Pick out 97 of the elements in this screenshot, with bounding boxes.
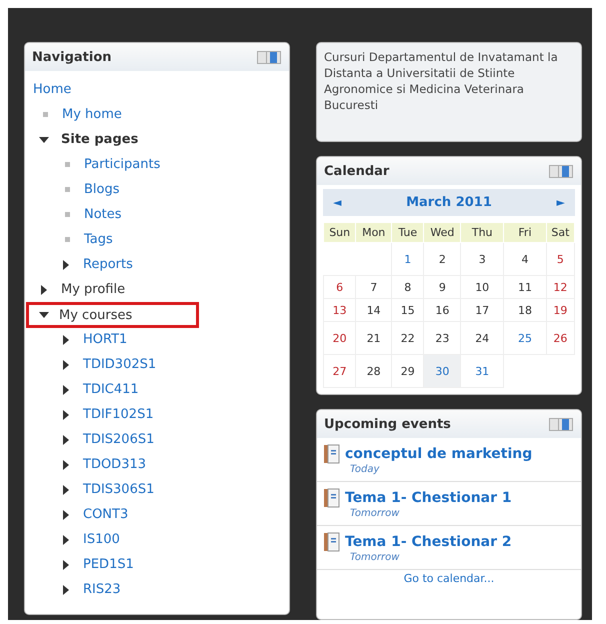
day-cell[interactable]: 19 [546,298,574,322]
day-cell[interactable]: 12 [546,276,574,298]
nav-item[interactable]: PED1S1 [81,556,136,573]
weekday-header: Sun [324,222,356,242]
dock-icon[interactable] [257,51,281,64]
day-cell[interactable]: 21 [356,322,392,354]
nav-item[interactable]: My profile [59,281,128,298]
month-link[interactable]: March 2011 [406,195,492,210]
day-cell[interactable]: 28 [356,354,392,388]
block-title: Calendar [324,164,390,179]
day-cell[interactable]: 2 [424,242,461,276]
expander-icon[interactable] [61,434,71,444]
day-cell[interactable]: 11 [504,276,546,298]
nav-item[interactable]: My courses [29,304,196,324]
day-cell[interactable]: 27 [324,354,356,388]
expander-icon[interactable] [39,134,49,144]
nav-item[interactable]: Tags [82,231,115,248]
event-date: Tomorrow [350,552,400,563]
nav-item[interactable]: Reports [81,256,135,273]
nav-item[interactable]: Site pages [59,131,140,148]
day-cell[interactable]: 22 [392,322,424,354]
document-icon [324,444,340,464]
document-icon [324,532,340,552]
nav-item[interactable]: TDIC411 [81,381,141,398]
day-cell[interactable]: 10 [460,276,504,298]
nav-item[interactable]: TDIF102S1 [81,406,156,423]
weekday-header: Thu [460,222,504,242]
site-description: Cursuri Departamentul de Invatamant la Distanta a Universitatii de Stiinte Agronomice si Medicina Veterinara Bucuresti [324,49,559,113]
nav-item[interactable]: HORT1 [81,331,130,348]
bullet-icon [65,187,70,192]
expander-icon[interactable] [61,510,71,520]
day-cell[interactable]: 14 [356,298,392,322]
nav-item[interactable]: Participants [82,156,162,173]
expander-icon[interactable] [61,584,71,594]
nav-item[interactable]: Home [31,81,74,98]
nav-item[interactable]: CONT3 [81,506,130,523]
block-title: Upcoming events [324,417,451,432]
expander-icon[interactable] [61,260,71,270]
weekday-header: Fri [504,222,546,242]
expander-icon[interactable] [61,460,71,470]
day-cell[interactable]: 15 [392,298,424,322]
expander-icon[interactable] [61,534,71,544]
event-date: Tomorrow [350,508,400,519]
weekday-header: Mon [356,222,392,242]
nav-item[interactable]: My home [60,106,124,123]
nav-item[interactable]: IS100 [81,531,122,548]
day-cell[interactable]: 26 [546,322,574,354]
bullet-icon [65,212,70,217]
document-icon [324,488,340,508]
next-month-link[interactable]: ► [556,196,565,209]
expander-icon[interactable] [61,334,71,344]
nav-item[interactable]: RIS23 [81,581,123,598]
dock-icon[interactable] [549,418,573,431]
weekday-header: Wed [424,222,461,242]
weekday-header: Tue [392,222,424,242]
day-cell[interactable]: 7 [356,276,392,298]
expander-icon[interactable] [61,384,71,394]
nav-item[interactable]: TDIS306S1 [81,481,156,498]
day-cell[interactable]: 3 [460,242,504,276]
day-cell[interactable]: 31 [460,354,504,388]
event-date: Today [350,464,380,475]
weekday-header: Sat [546,222,574,242]
day-cell[interactable]: 18 [504,298,546,322]
go-to-calendar-link[interactable]: Go to calendar... [317,570,581,587]
bullet-icon [65,237,70,242]
expander-icon[interactable] [61,560,71,570]
day-cell[interactable]: 24 [460,322,504,354]
event-link[interactable]: conceptul de marketing [345,446,532,462]
nav-item[interactable]: TDIS206S1 [81,431,156,448]
day-cell[interactable]: 4 [504,242,546,276]
day-cell[interactable]: 17 [460,298,504,322]
expander-icon[interactable] [61,360,71,370]
day-cell[interactable]: 8 [392,276,424,298]
nav-item[interactable]: Blogs [82,181,122,198]
nav-item[interactable]: TDID302S1 [81,356,158,373]
expander-icon[interactable] [39,284,49,294]
nav-item[interactable]: TDOD313 [81,456,148,473]
day-cell[interactable]: 1 [392,242,424,276]
expander-icon[interactable] [61,410,71,420]
event-link[interactable]: Tema 1- Chestionar 1 [345,490,512,506]
day-cell[interactable]: 30 [424,354,461,388]
dock-icon[interactable] [549,165,573,178]
expander-icon[interactable] [39,310,49,320]
nav-item[interactable]: Notes [82,206,124,223]
day-cell[interactable]: 20 [324,322,356,354]
day-cell[interactable]: 25 [504,322,546,354]
day-cell[interactable]: 6 [324,276,356,298]
bullet-icon [43,112,48,117]
block-title: Navigation [32,50,112,65]
event-link[interactable]: Tema 1- Chestionar 2 [345,534,512,550]
day-cell[interactable]: 5 [546,242,574,276]
day-cell[interactable]: 13 [324,298,356,322]
day-cell[interactable]: 9 [424,276,461,298]
day-cell[interactable]: 16 [424,298,461,322]
bullet-icon [65,162,70,167]
expander-icon[interactable] [61,484,71,494]
previous-month-link[interactable]: ◄ [333,196,342,209]
